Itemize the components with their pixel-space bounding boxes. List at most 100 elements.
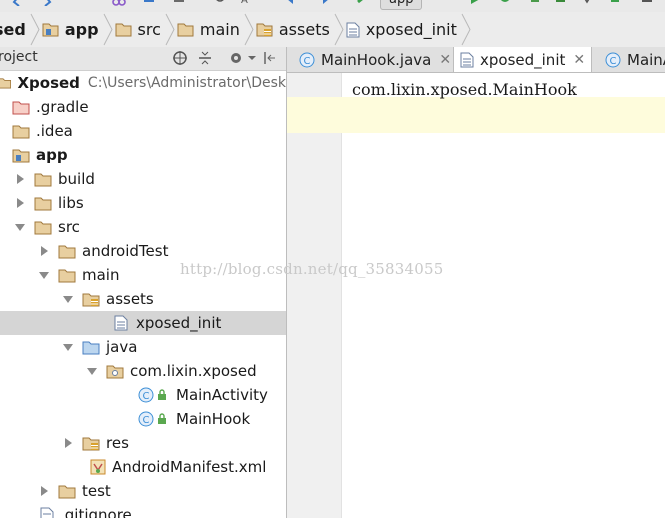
folder-red-icon (12, 101, 30, 115)
expand-arrow-icon[interactable] (14, 173, 26, 185)
tree-item-xposed-init[interactable]: xposed_init (0, 311, 286, 335)
tab-mainhook-java[interactable]: C MainHook.java ✕ (293, 47, 457, 72)
tree-item-package[interactable]: com.lixin.xposed (0, 359, 286, 383)
find-icon[interactable] (214, 0, 228, 6)
expand-arrow-icon[interactable] (62, 437, 74, 449)
back-icon[interactable] (10, 0, 24, 6)
tree-item-mainhook[interactable]: C MainHook (0, 407, 286, 431)
project-panel-title[interactable]: roject (0, 49, 38, 65)
assets-folder-icon (256, 23, 273, 37)
tree-item-label: Xposed (17, 74, 80, 92)
tree-item-label: main (82, 266, 120, 284)
close-icon[interactable]: ✕ (573, 52, 585, 68)
debug-icon[interactable] (498, 0, 512, 6)
tree-item-gradle[interactable]: .gradle (0, 95, 286, 119)
folder-icon (12, 125, 30, 139)
copy-icon[interactable] (142, 0, 156, 6)
tree-item-idea[interactable]: .idea (0, 119, 286, 143)
collapse-all-icon[interactable] (197, 50, 213, 66)
project-panel-header: roject (0, 47, 286, 71)
tree-item-assets[interactable]: assets (0, 287, 286, 311)
expand-arrow-icon[interactable] (38, 245, 50, 257)
replace-icon[interactable]: A (240, 0, 254, 6)
scroll-from-source-icon[interactable] (172, 50, 188, 66)
stop-icon[interactable] (554, 0, 568, 6)
folder-icon (58, 269, 76, 283)
scissors-icon[interactable] (112, 0, 126, 6)
breadcrumb-item-assets[interactable]: assets (248, 12, 344, 47)
tab-xposed-init[interactable]: xposed_init ✕ (453, 47, 593, 72)
breadcrumb-item-src[interactable]: src (107, 12, 175, 47)
tree-item-build[interactable]: build (0, 167, 286, 191)
tree-item-gitignore[interactable]: .gitignore (0, 503, 286, 518)
watermark-text: http://blog.csdn.net/qq_35834055 (180, 260, 444, 278)
breadcrumb-label: main (199, 20, 240, 39)
tree-item-res[interactable]: res (0, 431, 286, 455)
tree-item-java[interactable]: java (0, 335, 286, 359)
paste-icon[interactable] (172, 0, 186, 6)
tree-item-androidmanifest[interactable]: AndroidManifest.xml (0, 455, 286, 479)
build-hammer-icon[interactable] (356, 0, 370, 6)
run-icon[interactable] (468, 0, 482, 6)
close-icon[interactable]: ✕ (439, 52, 451, 68)
text-file-icon (114, 315, 128, 331)
chevron-down-icon[interactable] (244, 50, 260, 66)
tree-item-label: .gitignore (60, 506, 132, 518)
tree-item-label: res (106, 434, 129, 452)
lock-icon (158, 413, 166, 424)
breadcrumb-label: assets (278, 20, 330, 39)
gear-icon[interactable] (228, 50, 244, 66)
breadcrumb-label: app (64, 20, 99, 39)
breadcrumb-label: xposed_init (365, 20, 457, 39)
tree-item-label: AndroidManifest.xml (112, 458, 267, 476)
svg-text:C: C (610, 56, 617, 67)
hide-panel-icon[interactable] (262, 50, 278, 66)
module-folder-icon (12, 149, 30, 163)
expand-arrow-icon[interactable] (14, 197, 26, 209)
collapse-arrow-icon[interactable] (38, 269, 50, 281)
collapse-arrow-icon[interactable] (62, 341, 74, 353)
code-editor[interactable]: com.lixin.xposed.MainHook (287, 73, 665, 518)
collapse-arrow-icon[interactable] (86, 365, 98, 377)
sdk-manager-icon[interactable] (640, 0, 654, 6)
tree-item-mainactivity[interactable]: C MainActivity (0, 383, 286, 407)
tree-item-test[interactable]: test (0, 479, 286, 503)
tree-item-label: MainHook (176, 410, 251, 428)
forward-icon[interactable] (40, 0, 54, 6)
folder-icon (34, 221, 52, 235)
tab-mainactivity[interactable]: C MainA (599, 47, 665, 72)
svg-text:C: C (143, 391, 150, 402)
nav-forward-icon[interactable] (318, 0, 332, 6)
nav-back-icon[interactable] (284, 0, 298, 6)
module-folder-icon (42, 23, 59, 37)
breadcrumb-item-app[interactable]: app (34, 12, 113, 47)
tree-item-label: assets (106, 290, 154, 308)
folder-icon (58, 245, 76, 259)
tree-item-src[interactable]: src (0, 215, 286, 239)
expand-arrow-icon[interactable] (38, 485, 50, 497)
editor-gutter[interactable] (287, 73, 342, 518)
tree-item-app[interactable]: app (0, 143, 286, 167)
text-file-icon (460, 52, 474, 68)
tree-item-label: com.lixin.xposed (130, 362, 257, 380)
attach-debugger-icon[interactable] (528, 0, 542, 6)
breadcrumb-item-main[interactable]: main (169, 12, 254, 47)
run-config-dropdown[interactable]: app (380, 0, 423, 10)
text-file-icon (346, 22, 360, 37)
folder-icon (115, 23, 132, 37)
editor-line-1[interactable]: com.lixin.xposed.MainHook (352, 80, 577, 99)
folder-icon (58, 485, 76, 499)
collapse-arrow-icon[interactable] (14, 221, 26, 233)
tree-item-libs[interactable]: libs (0, 191, 286, 215)
avd-manager-icon[interactable] (608, 0, 622, 6)
breadcrumb-label: sed (0, 20, 26, 39)
collapse-arrow-icon[interactable] (62, 293, 74, 305)
sync-icon[interactable] (580, 0, 594, 6)
project-path: C:\Users\Administrator\Desk (87, 75, 286, 91)
tree-item-xposed[interactable]: Xposed C:\Users\Administrator\Desk (0, 71, 286, 95)
breadcrumb-item-xposed-init[interactable]: xposed_init (338, 12, 471, 47)
tab-label: MainHook.java (321, 50, 432, 69)
tree-item-label: libs (58, 194, 84, 212)
current-line-highlight (287, 97, 665, 133)
project-tree: Xposed C:\Users\Administrator\Desk .grad… (0, 71, 286, 518)
